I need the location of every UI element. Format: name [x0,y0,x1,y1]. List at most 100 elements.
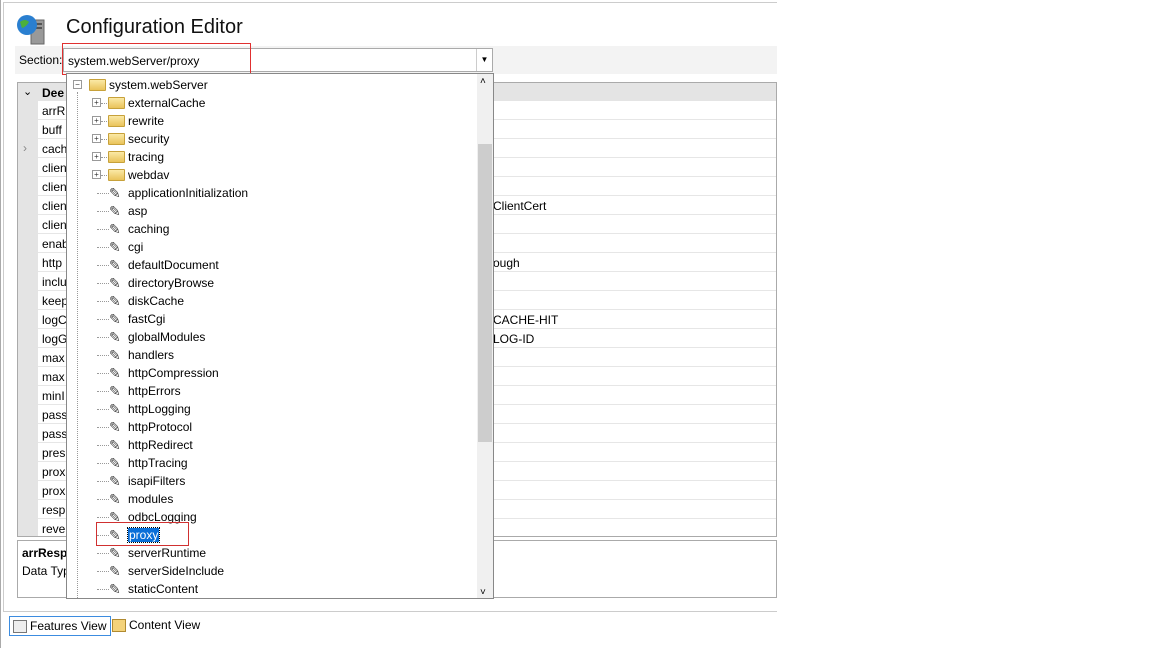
section-dropdown-tree[interactable]: − system.webServer + externalCache + rewrite +… [66,73,494,599]
tree-item-section[interactable]: ✎ cgi [67,238,477,256]
highlight-box [96,522,189,546]
tree-item-label: modules [128,492,174,506]
tree-item-section[interactable]: ✎ httpTracing [67,454,477,472]
tree-line [97,463,109,464]
tree-item-label: staticContent [128,582,199,596]
chevron-right-icon[interactable]: › [23,141,27,155]
tree-item-section[interactable]: ✎ directoryBrowse [67,274,477,292]
row-name: pass [42,427,68,441]
tree-item-section[interactable]: ✎ defaultDocument [67,256,477,274]
tree-item-folder[interactable]: + security [67,130,477,148]
chevron-down-icon[interactable]: ⌄ [23,85,32,98]
features-view-button[interactable]: Features View [9,616,112,636]
row-value: CACHE-HIT [493,313,559,327]
highlight-box [62,43,251,75]
pencil-icon: ✎ [109,329,121,345]
tree-item-section[interactable]: ✎ asp [67,202,477,220]
scroll-up-icon[interactable]: ˄ [480,76,486,87]
tree-item-folder[interactable]: + tracing [67,148,477,166]
tree-item-section[interactable]: ✎ httpLogging [67,400,477,418]
row-gutter [18,519,38,536]
row-gutter [18,177,38,196]
row-name: reve [42,522,66,536]
configuration-editor-window: Configuration Editor Section: system.web… [0,0,777,648]
tree-item-section[interactable]: ✎ serverSideInclude [67,562,477,580]
folder-icon [108,133,125,145]
row-name: clien [42,161,67,175]
tree-line [97,211,109,212]
tree-item-folder[interactable]: + rewrite [67,112,477,130]
pencil-icon: ✎ [109,581,121,597]
tree-item-folder[interactable]: + externalCache [67,94,477,112]
row-name: arrR [42,104,66,118]
tree-line [97,301,109,302]
tree-item-section[interactable]: ✎ httpRedirect [67,436,477,454]
row-gutter [18,253,38,272]
pencil-icon: ✎ [109,383,121,399]
expand-icon[interactable]: + [92,134,101,143]
expand-icon[interactable]: + [92,170,101,179]
pencil-icon: ✎ [109,221,121,237]
tree-line [97,517,109,518]
row-name: inclu [42,275,67,289]
pencil-icon: ✎ [109,455,121,471]
content-view-button[interactable]: Content View [109,616,204,636]
tree-line [97,427,109,428]
tree-item-section[interactable]: ✎ httpErrors [67,382,477,400]
dropdown-arrow-icon[interactable]: ▼ [476,49,492,71]
tree-item-section[interactable]: ✎ serverRuntime [67,544,477,562]
property-name: arrResp [22,546,68,560]
content-view-icon [112,619,126,632]
tree-item-section[interactable]: ✎ httpProtocol [67,418,477,436]
tree-line [97,247,109,248]
collapse-icon[interactable]: − [73,80,82,89]
tree-item-folder[interactable]: + webdav [67,166,477,184]
row-name: prox [42,465,66,479]
tree-item-section[interactable]: ✎ isapiFilters [67,472,477,490]
expand-icon[interactable]: + [92,152,101,161]
row-gutter [18,158,38,177]
row-gutter [18,481,38,500]
row-name: cach [42,142,68,156]
pencil-icon: ✎ [109,347,121,363]
tree-item-section[interactable]: ✎ globalModules [67,328,477,346]
tree-line [97,571,109,572]
tree-item-label: webdav [128,168,170,182]
tree-item-label: tracing [128,150,165,164]
tree-item-label: httpLogging [128,402,191,416]
row-name: minI [42,389,65,403]
row-name: http [42,256,63,270]
row-gutter [18,196,38,215]
row-gutter [18,405,38,424]
expand-icon[interactable]: + [92,116,101,125]
tree-item-label: externalCache [128,96,206,110]
tree-item-section[interactable]: ✎ caching [67,220,477,238]
tree-item-label: cgi [128,240,144,254]
tree-item-label: fastCgi [128,312,166,326]
tree-item-system-webserver[interactable]: − system.webServer [67,76,477,94]
row-gutter [18,139,38,158]
scroll-down-icon[interactable]: ˅ [480,587,486,598]
scrollbar[interactable]: ˄ ˅ [477,74,493,598]
tree-item-section[interactable]: ✎ handlers [67,346,477,364]
tree-item-section[interactable]: ✎ diskCache [67,292,477,310]
pencil-icon: ✎ [109,239,121,255]
view-switcher: Features View Content View [1,614,777,644]
tree-item-section[interactable]: ✎ fastCgi [67,310,477,328]
row-name: max [42,370,65,384]
scrollbar-thumb[interactable] [478,144,492,442]
tree-line [97,283,109,284]
tree-line [97,481,109,482]
folder-icon [108,151,125,163]
row-gutter [18,462,38,481]
expand-icon[interactable]: + [92,98,101,107]
folder-icon [108,97,125,109]
tree-item-section[interactable]: ✎ staticContent [67,580,477,598]
tree-item-section[interactable]: ✎ httpCompression [67,364,477,382]
tree-line [97,499,109,500]
tree-item-section[interactable]: ✎ modules [67,490,477,508]
tree-item-section[interactable]: ✎ applicationInitialization [67,184,477,202]
pencil-icon: ✎ [109,491,121,507]
row-gutter [18,272,38,291]
pencil-icon: ✎ [109,203,121,219]
